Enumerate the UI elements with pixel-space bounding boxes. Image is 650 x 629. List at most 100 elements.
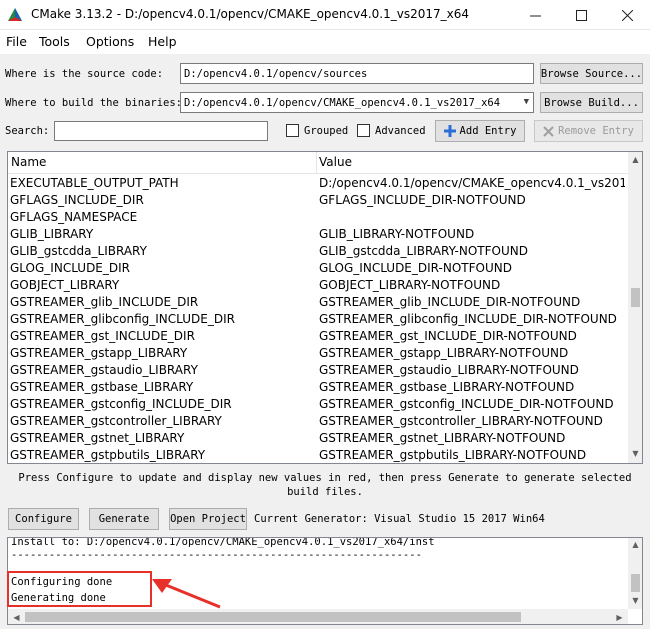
table-body: EXECUTABLE_OUTPUT_PATH D:/opencv4.0.1/ope… — [8, 175, 628, 463]
arrow-annotation-icon — [152, 579, 221, 609]
cell-value[interactable]: D:/opencv4.0.1/opencv/CMAKE_opencv4.0.1_… — [319, 176, 625, 190]
table-row[interactable]: GFLAGS_INCLUDE_DIR GFLAGS_INCLUDE_DIR-NOT… — [8, 192, 628, 209]
open-project-button[interactable]: Open Project — [169, 508, 247, 530]
cell-name: GSTREAMER_gstapp_LIBRARY — [10, 346, 188, 360]
table-row[interactable]: GSTREAMER_gst_INCLUDE_DIR GSTREAMER_gst_I… — [8, 328, 628, 345]
remove-entry-label: Remove Entry — [558, 125, 634, 137]
remove-icon — [543, 125, 554, 137]
add-entry-button[interactable]: Add Entry — [435, 120, 525, 142]
grouped-label: Grouped — [304, 125, 349, 137]
browse-build-button[interactable]: Browse Build... — [540, 92, 643, 113]
column-divider[interactable] — [316, 152, 317, 174]
output-scroll-thumb[interactable] — [631, 574, 640, 592]
build-path-value: D:/opencv4.0.1/opencv/CMAKE_opencv4.0.1_… — [184, 97, 501, 109]
table-row[interactable]: GSTREAMER_glib_INCLUDE_DIR GSTREAMER_glib… — [8, 294, 628, 311]
minimize-button[interactable] — [512, 0, 558, 30]
column-header-value[interactable]: Value — [319, 155, 352, 169]
cell-name: GSTREAMER_gstnet_LIBRARY — [10, 431, 185, 445]
table-row[interactable]: GLOG_INCLUDE_DIR GLOG_INCLUDE_DIR-NOTFOUN… — [8, 260, 628, 277]
cell-value[interactable]: GSTREAMER_gstpbutils_LIBRARY-NOTFOUND — [319, 448, 625, 462]
output-hscroll-thumb[interactable] — [25, 612, 521, 622]
cell-name: GFLAGS_NAMESPACE — [10, 210, 138, 224]
output-line: ----------------------------------------… — [11, 549, 422, 561]
menu-file[interactable]: File — [6, 34, 27, 49]
browse-source-button[interactable]: Browse Source... — [540, 63, 643, 84]
cell-value[interactable]: GSTREAMER_gstapp_LIBRARY-NOTFOUND — [319, 346, 625, 360]
close-icon — [621, 9, 633, 21]
advanced-label: Advanced — [375, 125, 426, 137]
menu-help[interactable]: Help — [148, 34, 177, 49]
table-vertical-scrollbar[interactable]: ▲ ▼ — [628, 152, 642, 463]
table-row[interactable]: GSTREAMER_gstnet_LIBRARY GSTREAMER_gstnet… — [8, 430, 628, 447]
table-header: Name Value — [8, 152, 628, 174]
table-row[interactable]: GSTREAMER_gstconfig_INCLUDE_DIR GSTREAMER… — [8, 396, 628, 413]
table-row[interactable]: GLIB_gstcdda_LIBRARY GLIB_gstcdda_LIBRARY… — [8, 243, 628, 260]
scroll-right-icon[interactable]: ▶ — [612, 613, 627, 622]
search-input[interactable] — [54, 121, 268, 141]
table-row[interactable]: EXECUTABLE_OUTPUT_PATH D:/opencv4.0.1/ope… — [8, 175, 628, 192]
cell-value[interactable]: GSTREAMER_gstcontroller_LIBRARY-NOTFOUND — [319, 414, 625, 428]
source-input[interactable]: D:/opencv4.0.1/opencv/sources — [180, 63, 534, 84]
cell-value[interactable]: GSTREAMER_gstbase_LIBRARY-NOTFOUND — [319, 380, 625, 394]
cell-value[interactable]: GLOG_INCLUDE_DIR-NOTFOUND — [319, 261, 625, 275]
table-row[interactable]: GLIB_LIBRARY GLIB_LIBRARY-NOTFOUND — [8, 226, 628, 243]
grouped-checkbox[interactable] — [286, 124, 299, 137]
window-title: CMake 3.13.2 - D:/opencv4.0.1/opencv/CMA… — [31, 7, 470, 21]
menu-tools[interactable]: Tools — [39, 34, 70, 49]
table-row[interactable]: GOBJECT_LIBRARY GOBJECT_LIBRARY-NOTFOUND — [8, 277, 628, 294]
cell-name: GLIB_gstcdda_LIBRARY — [10, 244, 147, 258]
title-bar: CMake 3.13.2 - D:/opencv4.0.1/opencv/CMA… — [0, 0, 650, 30]
table-row[interactable]: GSTREAMER_gstapp_LIBRARY GSTREAMER_gstapp… — [8, 345, 628, 362]
table-row[interactable]: GSTREAMER_gstpbutils_LIBRARY GSTREAMER_gs… — [8, 447, 628, 463]
output-horizontal-scrollbar[interactable]: ◀ ▶ — [8, 609, 628, 624]
current-generator: Current Generator: Visual Studio 15 2017… — [254, 513, 545, 525]
cell-value[interactable]: GSTREAMER_gstaudio_LIBRARY-NOTFOUND — [319, 363, 625, 377]
build-combobox[interactable]: D:/opencv4.0.1/opencv/CMAKE_opencv4.0.1_… — [180, 92, 534, 113]
table-scroll-thumb[interactable] — [631, 288, 640, 307]
cell-name: GSTREAMER_glibconfig_INCLUDE_DIR — [10, 312, 235, 326]
build-label: Where to build the binaries: — [5, 97, 183, 109]
cmake-logo-icon — [8, 8, 22, 21]
output-scroll-up-icon[interactable]: ▲ — [628, 540, 642, 549]
menu-options[interactable]: Options — [86, 34, 134, 49]
cell-value[interactable]: GSTREAMER_glib_INCLUDE_DIR-NOTFOUND — [319, 295, 625, 309]
advanced-checkbox[interactable] — [357, 124, 370, 137]
close-button[interactable] — [604, 0, 650, 30]
scroll-up-icon[interactable]: ▲ — [628, 155, 642, 164]
search-label: Search: — [5, 125, 50, 137]
output-scroll-down-icon[interactable]: ▼ — [628, 596, 642, 605]
table-row[interactable]: GSTREAMER_gstbase_LIBRARY GSTREAMER_gstba… — [8, 379, 628, 396]
cell-name: GSTREAMER_gstcontroller_LIBRARY — [10, 414, 222, 428]
cache-table[interactable]: Name Value EXECUTABLE_OUTPUT_PATH D:/open… — [7, 151, 643, 464]
generate-button[interactable]: Generate — [89, 508, 159, 530]
cell-name: GLIB_LIBRARY — [10, 227, 94, 241]
cell-value[interactable]: GSTREAMER_glibconfig_INCLUDE_DIR-NOTFOUN… — [319, 312, 625, 326]
maximize-button[interactable] — [558, 0, 604, 30]
cell-value[interactable]: GLIB_gstcdda_LIBRARY-NOTFOUND — [319, 244, 625, 258]
scroll-down-icon[interactable]: ▼ — [628, 449, 642, 458]
table-row[interactable]: GSTREAMER_gstaudio_LIBRARY GSTREAMER_gsta… — [8, 362, 628, 379]
cell-value[interactable]: GFLAGS_INCLUDE_DIR-NOTFOUND — [319, 193, 625, 207]
cell-name: GSTREAMER_gstaudio_LIBRARY — [10, 363, 198, 377]
minimize-icon — [529, 15, 541, 16]
chevron-down-icon[interactable]: ▼ — [524, 97, 529, 107]
configure-button[interactable]: Configure — [8, 508, 79, 530]
menu-bar: File Tools Options Help — [0, 30, 650, 54]
cell-name: EXECUTABLE_OUTPUT_PATH — [10, 176, 179, 190]
table-row[interactable]: GSTREAMER_glibconfig_INCLUDE_DIR GSTREAME… — [8, 311, 628, 328]
cell-value[interactable]: GSTREAMER_gstconfig_INCLUDE_DIR-NOTFOUND — [319, 397, 625, 411]
cell-value[interactable]: GLIB_LIBRARY-NOTFOUND — [319, 227, 625, 241]
cell-value[interactable]: GSTREAMER_gst_INCLUDE_DIR-NOTFOUND — [319, 329, 625, 343]
configure-hint: Press Configure to update and display ne… — [18, 472, 632, 498]
cell-name: GSTREAMER_gstpbutils_LIBRARY — [10, 448, 206, 462]
output-vertical-scrollbar[interactable]: ▲ ▼ — [628, 538, 642, 609]
table-row[interactable]: GSTREAMER_gstcontroller_LIBRARY GSTREAMER… — [8, 413, 628, 430]
scroll-left-icon[interactable]: ◀ — [9, 613, 24, 622]
column-header-name[interactable]: Name — [11, 155, 46, 169]
output-line: Install to: D:/opencv4.0.1/opencv/CMAKE_… — [11, 537, 435, 548]
cell-value[interactable]: GSTREAMER_gstnet_LIBRARY-NOTFOUND — [319, 431, 625, 445]
table-row[interactable]: GFLAGS_NAMESPACE — [8, 209, 628, 226]
remove-entry-button[interactable]: Remove Entry — [534, 120, 643, 142]
cell-value[interactable]: GOBJECT_LIBRARY-NOTFOUND — [319, 278, 625, 292]
cell-name: GOBJECT_LIBRARY — [10, 278, 120, 292]
